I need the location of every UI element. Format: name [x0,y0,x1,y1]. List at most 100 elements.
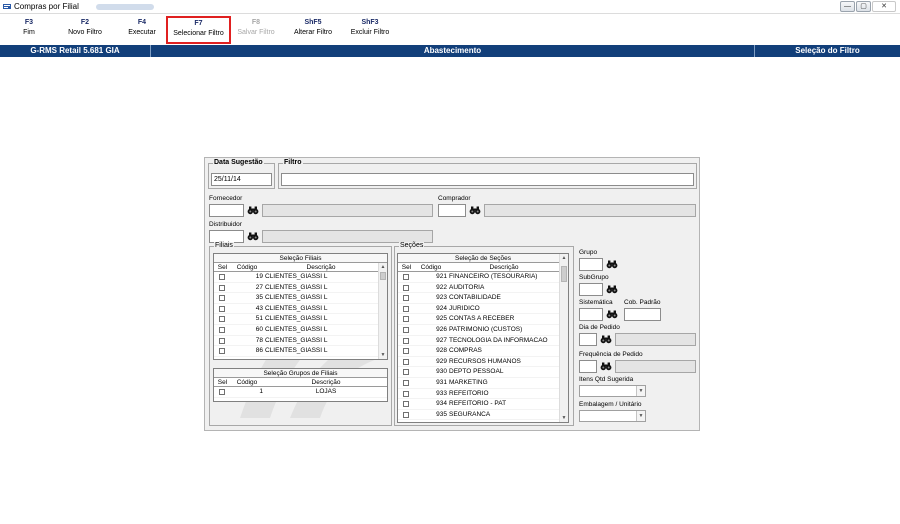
table-row[interactable]: 925 CONTAS A RECEBER [398,314,568,325]
freq-pedido-input[interactable] [579,360,597,373]
table-row[interactable]: 921 FINANCEIRO (TESOURARIA) [398,272,568,283]
select-checkbox[interactable] [403,411,409,418]
scroll-down-icon[interactable]: ▼ [379,351,387,359]
scroll-thumb[interactable] [561,266,567,282]
selecionar-filtro-button[interactable]: F7 Selecionar Filtro [166,16,231,44]
maximize-button[interactable]: ▢ [856,1,871,12]
table-row[interactable]: 27 CLIENTES_GIASSI L [214,283,387,294]
secoes-label: Seções [399,242,425,249]
filtro-input[interactable] [281,173,694,186]
executar-button[interactable]: F4 Executar [125,18,159,42]
minimize-button[interactable]: — [840,1,855,12]
scroll-thumb[interactable] [380,272,386,280]
comprador-search-icon[interactable] [469,205,481,216]
table-row[interactable]: 86 CLIENTES_GIASSI L [214,346,387,357]
toolbar: F3 Fim F2 Novo Filtro F4 Executar F7 Sel… [0,16,900,44]
table-row[interactable]: 922 AUDITORIA [398,283,568,294]
select-checkbox[interactable] [403,390,409,397]
table-row[interactable]: 926 PATRIMONIO (CUSTOS) [398,325,568,336]
table-row[interactable]: 929 RECURSOS HUMANOS [398,357,568,368]
table-row[interactable]: 934 REFEITORIO - PAT [398,399,568,410]
select-checkbox[interactable] [403,316,409,323]
table-row[interactable]: 928 COMPRAS [398,346,568,357]
grupo-search-icon[interactable] [606,259,618,270]
comprador-code-input[interactable] [438,204,466,217]
select-checkbox[interactable] [219,326,225,333]
table-row[interactable]: 60 CLIENTES_GIASSI L [214,325,387,336]
select-checkbox[interactable] [403,305,409,312]
select-checkbox[interactable] [403,358,409,365]
select-checkbox[interactable] [219,389,225,395]
excluir-filtro-button[interactable]: ShF3 Excluir Filtro [347,18,393,42]
select-checkbox[interactable] [403,348,409,355]
fornecedor-search-icon[interactable] [247,205,259,216]
salvar-filtro-button[interactable]: F8 Salvar Filtro [235,18,277,42]
fornecedor-code-input[interactable] [209,204,244,217]
table-row[interactable]: 78 CLIENTES_GIASSI L [214,336,387,347]
dia-pedido-search-icon[interactable] [600,334,612,345]
sistematica-search-icon[interactable] [606,309,618,320]
subgrupo-search-icon[interactable] [606,284,618,295]
table-row[interactable]: 43 CLIENTES_GIASSI L [214,304,387,315]
table-row[interactable]: 935 SEGURANCA [398,410,568,421]
cob-padrao-input[interactable] [624,308,661,321]
itens-qtd-select[interactable]: ▼ [579,385,646,397]
table-row[interactable]: 51 CLIENTES_GIASSI L [214,314,387,325]
data-sugestao-input[interactable]: 25/11/14 [211,173,272,186]
row-code: 60 [255,325,263,333]
alterar-filtro-key: ShF5 [304,19,322,26]
sistematica-input[interactable] [579,308,603,321]
embalagem-select[interactable]: ▼ [579,410,646,422]
close-button[interactable]: ✕ [872,1,896,12]
select-checkbox[interactable] [219,316,225,323]
table-row[interactable]: 19 CLIENTES_GIASSI L [214,272,387,283]
table-row[interactable]: 35 CLIENTES_GIASSI L [214,293,387,304]
dia-pedido-input[interactable] [579,333,597,346]
row-code: 927 [436,336,447,344]
select-checkbox[interactable] [403,274,409,280]
table-row[interactable]: 923 CONTABILIDADE [398,293,568,304]
table-row[interactable]: 933 REFEITORIO [398,389,568,400]
select-checkbox[interactable] [219,348,225,355]
select-checkbox[interactable] [219,274,225,280]
novo-filtro-button[interactable]: F2 Novo Filtro [62,18,108,42]
selecionar-filtro-label: Selecionar Filtro [173,30,224,37]
grupos-rows: 1 LOJAS [214,387,387,398]
table-row[interactable]: 930 DEPTO PESSOAL [398,367,568,378]
select-checkbox[interactable] [403,326,409,333]
select-checkbox[interactable] [403,337,409,344]
scroll-down-icon[interactable]: ▼ [560,414,568,422]
distribuidor-label: Distribuidor [209,221,242,228]
fim-key: F3 [24,19,34,26]
row-code: 924 [436,304,447,312]
table-row[interactable]: 931 MARKETING [398,378,568,389]
select-checkbox[interactable] [219,295,225,302]
select-checkbox[interactable] [219,305,225,312]
table-row[interactable]: 927 TECNOLOGIA DA INFORMACAO [398,336,568,347]
subgrupo-input[interactable] [579,283,603,296]
scroll-up-icon[interactable]: ▲ [560,254,568,262]
select-checkbox[interactable] [403,284,409,291]
scroll-up-icon[interactable]: ▲ [379,263,387,271]
alterar-filtro-label: Alterar Filtro [293,29,333,36]
distribuidor-search-icon[interactable] [247,231,259,242]
filiais-table-header: Sel Código Descrição [214,263,387,272]
row-description: COMPRAS [449,347,482,355]
select-checkbox[interactable] [403,379,409,386]
filiais-scrollbar[interactable]: ▲ ▼ [378,263,387,359]
table-row[interactable]: 924 JURIDICO [398,304,568,315]
select-checkbox[interactable] [403,295,409,302]
freq-pedido-search-icon[interactable] [600,361,612,372]
select-checkbox[interactable] [403,401,409,408]
grupo-label: Grupo [579,249,598,256]
row-code: 929 [436,357,447,365]
fim-button[interactable]: F3 Fim [14,18,44,42]
select-checkbox[interactable] [219,337,225,344]
title-blur [96,4,154,10]
grupo-input[interactable] [579,258,603,271]
alterar-filtro-button[interactable]: ShF5 Alterar Filtro [290,18,336,42]
table-row[interactable]: 1 LOJAS [214,387,387,398]
select-checkbox[interactable] [403,369,409,376]
select-checkbox[interactable] [219,284,225,291]
secoes-scrollbar[interactable]: ▲ ▼ [559,254,568,422]
